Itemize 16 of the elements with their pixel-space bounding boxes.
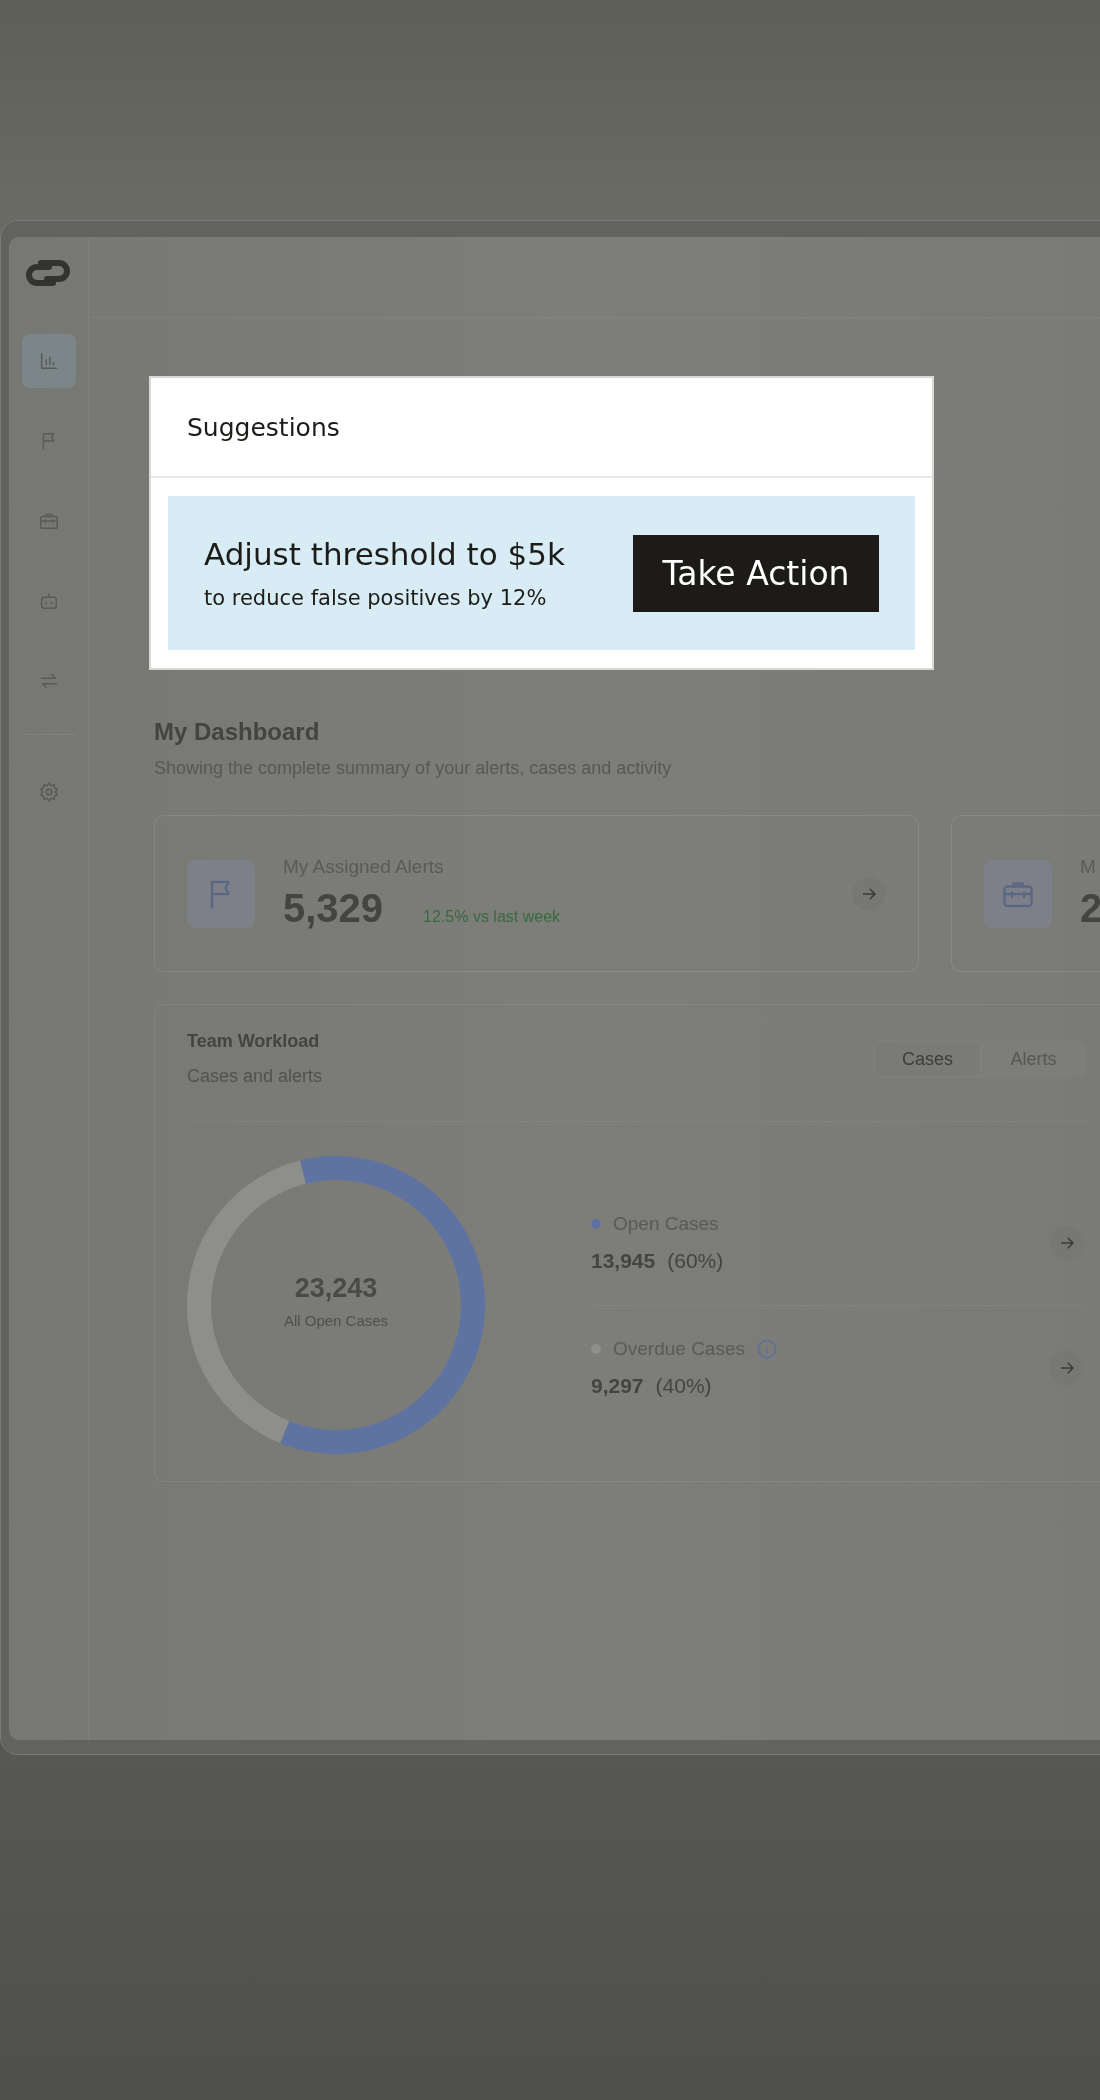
suggestion-detail: to reduce false positives by 12% bbox=[204, 586, 548, 610]
page-title: My Dashboard bbox=[154, 718, 321, 746]
popup-title: Suggestions bbox=[187, 412, 340, 442]
stat-value: 5,329 bbox=[283, 886, 384, 931]
legend-share: (40%) bbox=[655, 1373, 712, 1397]
suggestion-headline: Adjust threshold to $5k bbox=[204, 536, 565, 572]
legend-count: 13,945 bbox=[591, 1248, 656, 1272]
take-action-button[interactable]: Take Action bbox=[633, 534, 879, 612]
tab[interactable]: Cases bbox=[874, 1041, 981, 1077]
stat-change: 12.5% vs last week bbox=[423, 908, 561, 926]
legend-count: 9,297 bbox=[591, 1373, 644, 1397]
legend-share: (60%) bbox=[667, 1248, 724, 1272]
info-icon[interactable] bbox=[757, 1338, 777, 1359]
sidebar-item[interactable] bbox=[21, 334, 76, 388]
arrow-button[interactable] bbox=[852, 876, 886, 911]
settings-icon bbox=[37, 781, 60, 803]
